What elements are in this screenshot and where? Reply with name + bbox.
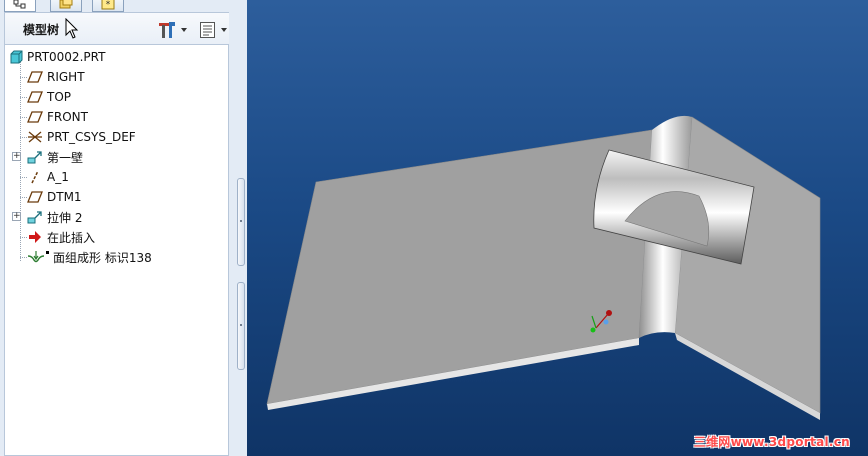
tree-item-label: RIGHT <box>47 70 85 84</box>
flange-face[interactable] <box>674 116 821 414</box>
model-tree-header: 模型树 <box>4 12 238 44</box>
list-icon <box>200 22 215 38</box>
datum-plane-icon <box>27 111 43 123</box>
datum-plane-icon <box>27 91 43 103</box>
datum-axis-icon <box>31 170 39 184</box>
expand-toggle[interactable]: + <box>12 152 21 161</box>
star-icon: * <box>101 0 115 10</box>
model-tree: PRT0002.PRT RIGHT TOP FRONT PRT_CSYS_DEF… <box>4 44 229 456</box>
chevron-down-icon <box>221 28 227 32</box>
tree-guide-line <box>20 257 27 258</box>
model-tree-tab[interactable] <box>4 0 36 12</box>
part-model[interactable] <box>247 0 868 456</box>
tree-item-part[interactable]: PRT0002.PRT <box>9 47 229 67</box>
datum-plane-icon <box>27 71 43 83</box>
base-face[interactable] <box>266 129 653 405</box>
navigator-panel: * 模型树 PRT0002.PRT RIGHT TOP FRONT PRT_CS… <box>0 0 247 456</box>
tree-item-label: 在此插入 <box>47 230 96 245</box>
favorites-tab[interactable]: * <box>92 0 124 12</box>
tree-item-label: 第一壁 <box>47 150 84 165</box>
form-feature-icon <box>27 251 49 263</box>
tree-item-dtm1[interactable]: DTM1 <box>27 187 247 207</box>
tree-item-front[interactable]: FRONT <box>27 107 247 127</box>
tree-settings-button[interactable] <box>157 20 191 40</box>
tree-item-right[interactable]: RIGHT <box>27 67 247 87</box>
svg-text:*: * <box>106 0 111 10</box>
tree-item-insert-here[interactable]: 在此插入 <box>27 227 247 247</box>
tree-item-label: PRT0002.PRT <box>27 50 106 64</box>
tree-guide-line <box>20 77 27 78</box>
csys-icon <box>28 131 42 143</box>
tree-guide-line <box>20 237 27 238</box>
tree-item-label: A_1 <box>47 170 69 184</box>
extrude-icon <box>27 211 42 224</box>
tree-icon <box>13 0 26 8</box>
mouse-cursor-icon <box>65 18 79 39</box>
panel-splitter[interactable] <box>229 0 247 456</box>
tree-item-axis[interactable]: A_1 <box>27 167 247 187</box>
tree-guide-line <box>20 197 27 198</box>
chevron-down-icon <box>181 28 187 32</box>
tree-item-label: 面组成形 标识138 <box>53 250 152 265</box>
tree-guide-line <box>20 137 27 138</box>
tree-guide-line <box>20 97 27 98</box>
folder-icon <box>59 0 73 8</box>
tree-item-label: PRT_CSYS_DEF <box>47 130 136 144</box>
tree-item-label: TOP <box>47 90 72 104</box>
tree-item-label: DTM1 <box>47 190 82 204</box>
sheetmetal-wall-icon <box>27 151 42 164</box>
tree-guide-line <box>20 177 27 178</box>
splitter-handle[interactable] <box>237 178 245 266</box>
tree-item-first-wall[interactable]: 第一壁 <box>27 147 247 167</box>
expand-toggle[interactable]: + <box>12 212 21 221</box>
folder-browser-tab[interactable] <box>50 0 82 12</box>
tree-item-form-feature[interactable]: 面组成形 标识138 <box>27 247 247 267</box>
tools-icon <box>159 22 175 38</box>
insert-here-icon <box>29 231 41 243</box>
tree-item-extrude[interactable]: 拉伸 2 <box>27 207 247 227</box>
navigator-tabs: * <box>0 0 247 12</box>
tree-item-label: 拉伸 2 <box>47 210 83 225</box>
model-tree-title: 模型树 <box>23 23 60 37</box>
graphics-viewport[interactable]: 三维网www.3dportal.cn <box>247 0 868 456</box>
tree-show-button[interactable] <box>199 20 233 40</box>
datum-plane-icon <box>27 191 43 203</box>
tree-item-top[interactable]: TOP <box>27 87 247 107</box>
tree-item-label: FRONT <box>47 110 88 124</box>
part-icon <box>10 50 23 64</box>
watermark: 三维网www.3dportal.cn <box>693 435 850 449</box>
tree-item-csys[interactable]: PRT_CSYS_DEF <box>27 127 247 147</box>
tree-guide-line <box>20 117 27 118</box>
splitter-handle[interactable] <box>237 282 245 370</box>
